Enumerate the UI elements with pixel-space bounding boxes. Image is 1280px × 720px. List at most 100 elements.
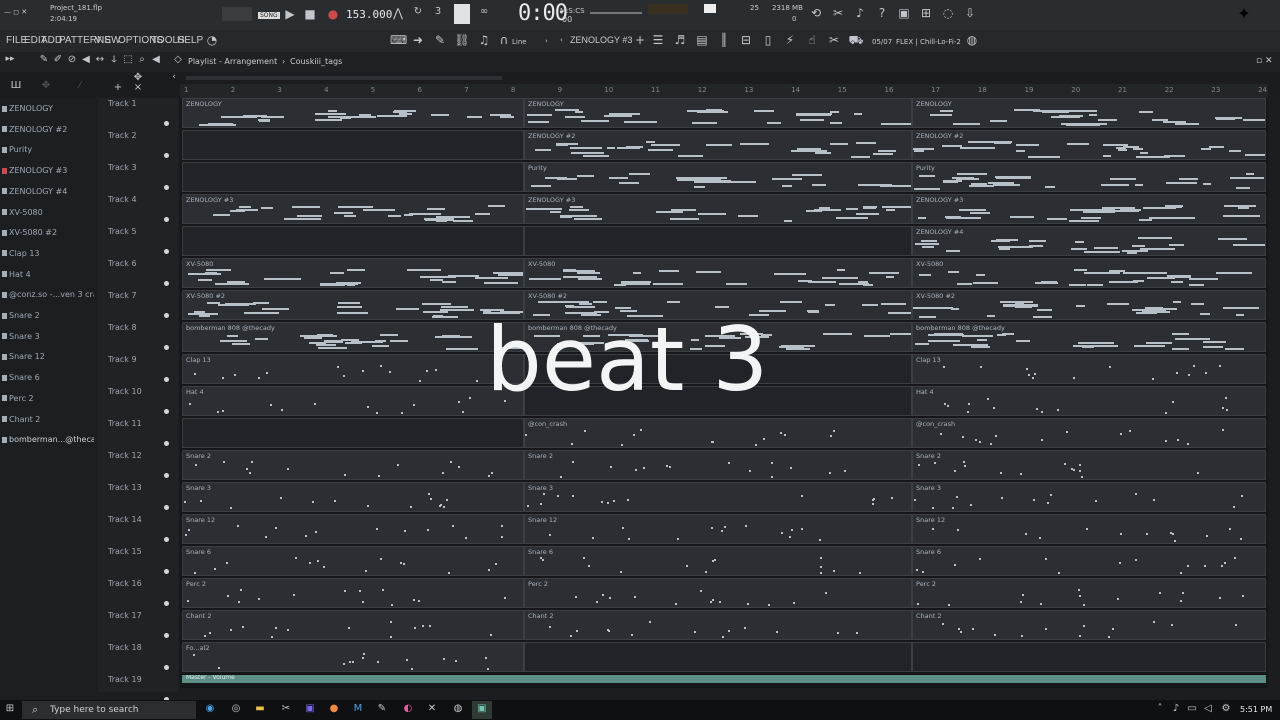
ruler-bar-number[interactable]: 19: [1025, 86, 1034, 94]
magnet-icon[interactable]: ∩: [496, 33, 512, 47]
brush-small-icon[interactable]: ⁄: [72, 80, 88, 91]
track-lane[interactable]: Snare 12Snare 12Snare 12: [180, 514, 1268, 547]
pattern-clip[interactable]: ZENOLOGY: [912, 98, 1266, 128]
track-name[interactable]: Track 3: [108, 163, 137, 172]
pattern-clip[interactable]: Perc 2: [524, 578, 912, 608]
settings-tray-icon[interactable]: ⚙: [1220, 703, 1232, 715]
pattern-clip[interactable]: Fo...al2: [182, 642, 524, 672]
plugin-icon[interactable]: ⊞: [918, 6, 934, 20]
channel-item[interactable]: Hat 4: [2, 266, 94, 284]
channel-item[interactable]: Snare 12: [2, 348, 94, 366]
pattern-clip[interactable]: [912, 642, 1266, 672]
track-name[interactable]: Track 12: [108, 451, 142, 460]
ruler-bar-number[interactable]: 7: [464, 86, 468, 94]
track-name[interactable]: Track 13: [108, 483, 142, 492]
track-name[interactable]: Track 16: [108, 579, 142, 588]
track-name[interactable]: Track 2: [108, 131, 137, 140]
cut-icon[interactable]: ✂: [830, 6, 846, 20]
pattern-clip[interactable]: Snare 2: [912, 450, 1266, 480]
pattern-clip[interactable]: Purity: [912, 162, 1266, 192]
track-name[interactable]: Track 14: [108, 515, 142, 524]
track-lane[interactable]: ZENOLOGY #3ZENOLOGY #3ZENOLOGY #3: [180, 194, 1268, 227]
ruler-bar-number[interactable]: 24: [1258, 86, 1267, 94]
current-pattern[interactable]: ZENOLOGY #3: [570, 35, 632, 45]
pattern-clip[interactable]: Perc 2: [912, 578, 1266, 608]
track-lane[interactable]: ZENOLOGY #2ZENOLOGY #2: [180, 130, 1268, 163]
pattern-clip[interactable]: ZENOLOGY: [182, 98, 524, 128]
pattern-clip[interactable]: Chant 2: [524, 610, 912, 640]
master-volume-automation-clip[interactable]: Master - Volume: [182, 674, 1266, 683]
track-name[interactable]: Track 11: [108, 419, 142, 428]
track-mute-toggle[interactable]: [164, 473, 169, 478]
channel-item[interactable]: Snare 6: [2, 369, 94, 387]
tools-icon[interactable]: ✂: [826, 33, 842, 47]
pattern-song-toggle[interactable]: [222, 7, 252, 21]
wait-input-icon[interactable]: ↻: [410, 6, 426, 17]
close-tool-icon[interactable]: ✕: [426, 703, 438, 715]
channel-item[interactable]: XV-5080 #2: [2, 224, 94, 242]
ruler-bar-number[interactable]: 17: [931, 86, 940, 94]
channel-item[interactable]: Purity: [2, 141, 94, 159]
ruler-bar-number[interactable]: 13: [744, 86, 753, 94]
ruler-bar-number[interactable]: 10: [604, 86, 613, 94]
globe-icon[interactable]: ◍: [964, 33, 980, 47]
snap-toggle-icon[interactable]: ✥: [130, 72, 146, 83]
tempo-display[interactable]: 153.000: [346, 8, 392, 21]
pattern-clip[interactable]: Snare 2: [524, 450, 912, 480]
move-icon[interactable]: ✥: [38, 80, 54, 91]
news-text[interactable]: FLEX | Chill-Lo-Fi-2: [896, 38, 961, 46]
ruler-bar-number[interactable]: 8: [511, 86, 515, 94]
pattern-clip[interactable]: [524, 226, 912, 256]
play-icon[interactable]: ▶: [282, 7, 298, 21]
pattern-clip[interactable]: Snare 2: [182, 450, 524, 480]
track-mute-toggle[interactable]: [164, 441, 169, 446]
channel-rack-icon[interactable]: ▤: [694, 33, 710, 47]
ruler-bar-number[interactable]: 18: [978, 86, 987, 94]
plugin-plug-icon[interactable]: ⚡: [782, 33, 798, 47]
pattern-clip[interactable]: bomberman 808 @thecady: [182, 322, 524, 352]
track-name[interactable]: Track 10: [108, 387, 142, 396]
menu-help[interactable]: HELP: [177, 35, 203, 46]
pattern-clip[interactable]: Chant 2: [912, 610, 1266, 640]
track-mute-toggle[interactable]: [164, 313, 169, 318]
menu-view[interactable]: VIEW: [95, 35, 121, 46]
track-name[interactable]: Track 15: [108, 547, 142, 556]
pattern-clip[interactable]: ZENOLOGY #2: [524, 130, 912, 160]
taskbar-search[interactable]: ⌕ Type here to search: [22, 701, 196, 719]
pattern-clip[interactable]: Clap 13: [912, 354, 1266, 384]
chrome-icon[interactable]: ◍: [452, 703, 464, 715]
display-tray-icon[interactable]: ▭: [1186, 703, 1198, 715]
arrow-tool-icon[interactable]: ➜: [410, 33, 426, 47]
metronome-icon[interactable]: ⋀: [390, 6, 406, 20]
pattern-clip[interactable]: XV-5080 #2: [912, 290, 1266, 320]
mixer-icon[interactable]: ║: [716, 33, 732, 47]
picker-icon[interactable]: Ш: [8, 80, 24, 91]
timeline-ruler[interactable]: 123456789101112131415161718192021222324: [180, 84, 1268, 98]
scroll-left-icon[interactable]: ‹: [166, 72, 182, 82]
ruler-bar-number[interactable]: 11: [651, 86, 660, 94]
pattern-clip[interactable]: @con_crash: [524, 418, 912, 448]
track-lane[interactable]: XV-5080XV-5080XV-5080: [180, 258, 1268, 291]
ruler-bar-number[interactable]: 15: [838, 86, 847, 94]
master-volume-slider[interactable]: [590, 12, 642, 14]
channel-item[interactable]: ZENOLOGY #4: [2, 183, 94, 201]
ruler-bar-number[interactable]: 5: [371, 86, 375, 94]
pattern-clip[interactable]: bomberman 808 @thecady: [912, 322, 1266, 352]
ruler-bar-number[interactable]: 20: [1071, 86, 1080, 94]
brush-icon[interactable]: ✎: [432, 33, 448, 47]
playlist-menu-icon[interactable]: ▸▸: [2, 54, 18, 64]
pattern-clip[interactable]: Clap 13: [182, 354, 524, 384]
track-mute-toggle[interactable]: [164, 601, 169, 606]
pattern-clip[interactable]: XV-5080: [524, 258, 912, 288]
playlist-icon[interactable]: ☰: [650, 33, 666, 47]
track-lane[interactable]: Perc 2Perc 2Perc 2: [180, 578, 1268, 611]
track-mute-toggle[interactable]: [164, 345, 169, 350]
add-track-icon[interactable]: +: [110, 82, 126, 93]
ruler-bar-number[interactable]: 9: [558, 86, 562, 94]
vertical-scrollbar[interactable]: [1268, 98, 1280, 688]
track-mute-toggle[interactable]: [164, 377, 169, 382]
track-mute-toggle[interactable]: [164, 249, 169, 254]
capcut-icon[interactable]: ✂: [280, 703, 292, 715]
pattern-clip[interactable]: Hat 4: [182, 386, 524, 416]
mic-icon[interactable]: ♪: [852, 6, 868, 20]
